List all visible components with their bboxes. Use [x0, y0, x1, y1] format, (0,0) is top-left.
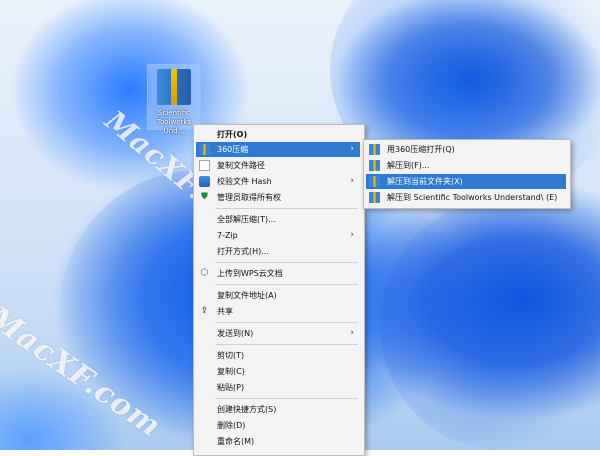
- submenu-item-label: 解压到 Scientific Toolworks Understand\ (E): [387, 193, 558, 202]
- hash-icon: [199, 176, 210, 187]
- menu-item-rename[interactable]: 重命名(M): [196, 434, 360, 449]
- menu-item-open-with[interactable]: 打开方式(H)...: [196, 244, 360, 259]
- submenu-360zip: 用360压缩打开(Q) 解压到(F)... 解压到当前文件夹(X) 解压到 Sc…: [363, 139, 571, 209]
- menu-item-create-shortcut[interactable]: 创建快捷方式(S): [196, 402, 360, 417]
- menu-divider: [215, 262, 358, 263]
- menu-item-label: 粘贴(P): [217, 383, 245, 392]
- cloud-cube-icon: ⬡: [200, 268, 209, 278]
- menu-item-label: 创建快捷方式(S): [217, 405, 277, 414]
- menu-item-share[interactable]: ⇪ 共享: [196, 304, 360, 319]
- submenu-item-open-with-360[interactable]: 用360压缩打开(Q): [366, 142, 566, 157]
- menu-item-label: 发送到(N): [217, 329, 254, 338]
- menu-item-copy-path[interactable]: 复制文件路径: [196, 158, 360, 173]
- 360zip-icon: [369, 144, 380, 155]
- submenu-item-extract-to[interactable]: 解压到(F)...: [366, 158, 566, 173]
- menu-item-label: 上传到WPS云文档: [217, 269, 283, 278]
- menu-divider: [215, 322, 358, 323]
- menu-divider: [215, 344, 358, 345]
- context-menu: 打开(O) 360压缩 › 复制文件路径 校验文件 Hash › ⛊ 管理员取得…: [193, 124, 365, 456]
- menu-item-paste[interactable]: 粘贴(P): [196, 380, 360, 395]
- submenu-item-extract-here[interactable]: 解压到当前文件夹(X): [366, 174, 566, 189]
- 360zip-icon: [369, 176, 380, 187]
- copy-path-icon: [199, 160, 210, 171]
- menu-divider: [215, 398, 358, 399]
- menu-item-label: 复制文件路径: [217, 161, 265, 170]
- archive-icon: [157, 69, 191, 105]
- menu-item-extract-all[interactable]: 全部解压缩(T)...: [196, 212, 360, 227]
- wallpaper-swoosh: [380, 200, 600, 450]
- menu-item-label: 7-Zip: [217, 231, 238, 240]
- menu-item-label: 删除(D): [217, 421, 246, 430]
- menu-item-360zip[interactable]: 360压缩 ›: [196, 142, 360, 157]
- menu-item-label: 剪切(T): [217, 351, 245, 360]
- 360zip-icon: [199, 144, 210, 155]
- menu-divider: [215, 208, 358, 209]
- menu-item-label: 校验文件 Hash: [217, 177, 272, 186]
- chevron-right-icon: ›: [350, 230, 354, 240]
- menu-item-copy[interactable]: 复制(C): [196, 364, 360, 379]
- 360zip-icon: [369, 160, 380, 171]
- menu-item-delete[interactable]: 删除(D): [196, 418, 360, 433]
- menu-item-upload-wps[interactable]: ⬡ 上传到WPS云文档: [196, 266, 360, 281]
- chevron-right-icon: ›: [350, 176, 354, 186]
- desktop-file-icon[interactable]: Scientific Toolworks Und...: [147, 64, 201, 135]
- menu-item-send-to[interactable]: 发送到(N) ›: [196, 326, 360, 341]
- menu-item-hash[interactable]: 校验文件 Hash ›: [196, 174, 360, 189]
- menu-item-copy-address[interactable]: 复制文件地址(A): [196, 288, 360, 303]
- submenu-item-label: 解压到当前文件夹(X): [387, 177, 463, 186]
- menu-item-take-ownership[interactable]: ⛊ 管理员取得所有权: [196, 190, 360, 205]
- menu-item-label: 打开方式(H)...: [217, 247, 269, 256]
- menu-item-label: 全部解压缩(T)...: [217, 215, 276, 224]
- menu-divider: [215, 284, 358, 285]
- menu-item-label: 重命名(M): [217, 437, 255, 446]
- share-icon: ⇪: [200, 306, 209, 316]
- menu-item-label: 管理员取得所有权: [217, 193, 281, 202]
- 360zip-icon: [369, 192, 380, 203]
- menu-item-label: 共享: [217, 307, 233, 316]
- menu-item-label: 打开(O): [217, 130, 248, 139]
- menu-item-label: 复制文件地址(A): [217, 291, 277, 300]
- menu-item-open[interactable]: 打开(O): [196, 127, 360, 142]
- menu-item-7zip[interactable]: 7-Zip ›: [196, 228, 360, 243]
- menu-item-label: 复制(C): [217, 367, 245, 376]
- chevron-right-icon: ›: [350, 328, 354, 338]
- shield-icon: ⛊: [201, 192, 208, 202]
- submenu-item-extract-to-folder[interactable]: 解压到 Scientific Toolworks Understand\ (E): [366, 190, 566, 205]
- menu-item-cut[interactable]: 剪切(T): [196, 348, 360, 363]
- chevron-right-icon: ›: [350, 144, 354, 154]
- menu-item-label: 360压缩: [217, 145, 249, 154]
- submenu-item-label: 用360压缩打开(Q): [387, 145, 455, 154]
- submenu-item-label: 解压到(F)...: [387, 161, 430, 170]
